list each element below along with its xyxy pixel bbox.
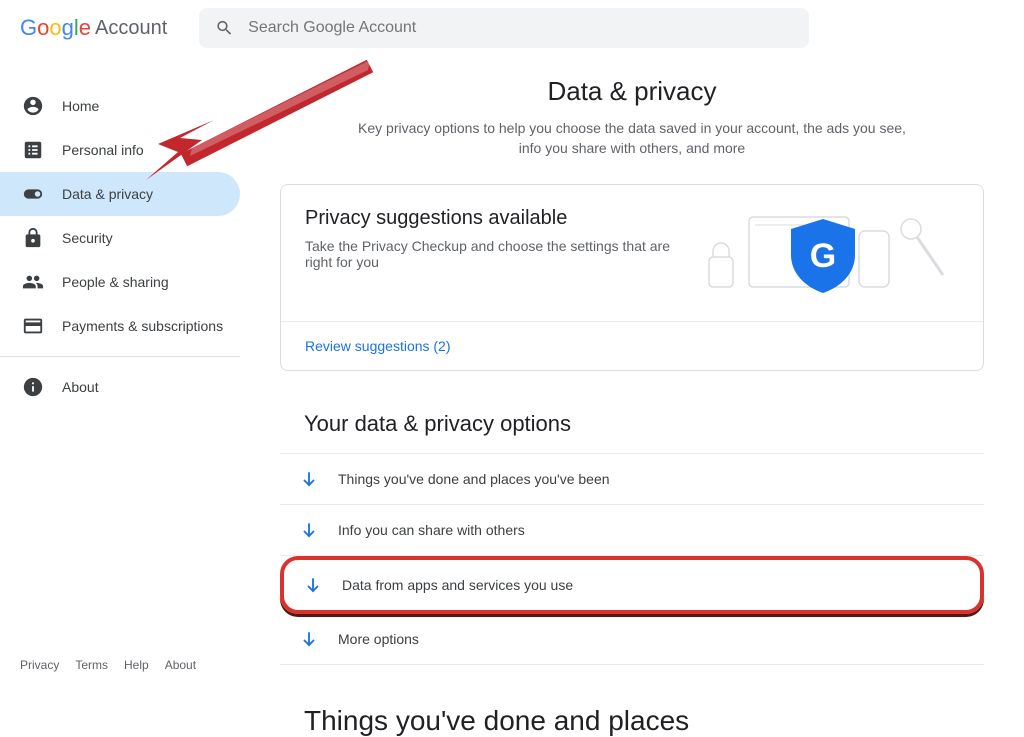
id-card-icon xyxy=(22,139,44,161)
option-things-done[interactable]: Things you've done and places you've bee… xyxy=(280,453,984,505)
options-section-title: Your data & privacy options xyxy=(304,411,984,437)
option-label: Data from apps and services you use xyxy=(342,577,573,593)
option-label: More options xyxy=(338,631,419,647)
option-label: Info you can share with others xyxy=(338,522,525,538)
card-icon xyxy=(22,315,44,337)
sidebar-item-home[interactable]: Home xyxy=(0,84,240,128)
option-label: Things you've done and places you've bee… xyxy=(338,471,610,487)
review-suggestions-link[interactable]: Review suggestions (2) xyxy=(305,338,451,354)
footer-link-help[interactable]: Help xyxy=(124,658,149,672)
cut-section-title: Things you've done and places xyxy=(304,705,984,737)
sidebar-item-label: Data & privacy xyxy=(62,186,153,202)
sidebar-item-data-privacy[interactable]: Data & privacy xyxy=(0,172,240,216)
privacy-illustration: G xyxy=(699,207,959,297)
arrow-down-icon xyxy=(300,521,318,539)
lock-icon xyxy=(22,227,44,249)
sidebar-item-label: About xyxy=(62,379,99,395)
info-icon xyxy=(22,376,44,398)
sidebar-item-label: Home xyxy=(62,98,99,114)
sidebar-item-label: Payments & subscriptions xyxy=(62,318,223,334)
toggle-icon xyxy=(22,183,44,205)
main-content: Data & privacy Key privacy options to he… xyxy=(240,56,1024,737)
card-description: Take the Privacy Checkup and choose the … xyxy=(305,238,679,270)
svg-text:G: G xyxy=(810,237,836,275)
sidebar-item-about[interactable]: About xyxy=(0,365,240,409)
page-title: Data & privacy xyxy=(280,76,984,107)
search-icon xyxy=(215,18,234,38)
search-bar[interactable] xyxy=(199,8,809,48)
footer-link-privacy[interactable]: Privacy xyxy=(20,658,59,672)
people-icon xyxy=(22,271,44,293)
sidebar-item-payments[interactable]: Payments & subscriptions xyxy=(0,304,240,348)
option-info-share[interactable]: Info you can share with others xyxy=(280,505,984,556)
sidebar: Home Personal info Data & privacy Securi… xyxy=(0,56,240,737)
page-subtitle: Key privacy options to help you choose t… xyxy=(352,119,912,158)
footer-link-about[interactable]: About xyxy=(165,658,196,672)
sidebar-item-label: People & sharing xyxy=(62,274,169,290)
arrow-down-icon xyxy=(300,630,318,648)
footer-link-terms[interactable]: Terms xyxy=(75,658,108,672)
sidebar-item-people-sharing[interactable]: People & sharing xyxy=(0,260,240,304)
sidebar-item-label: Security xyxy=(62,230,113,246)
shield-icon: G xyxy=(791,219,855,293)
card-title: Privacy suggestions available xyxy=(305,207,679,230)
privacy-suggestions-card: Privacy suggestions available Take the P… xyxy=(280,184,984,371)
option-data-apps-services[interactable]: Data from apps and services you use xyxy=(280,556,984,614)
sidebar-item-label: Personal info xyxy=(62,142,144,158)
arrow-down-icon xyxy=(304,576,322,594)
search-input[interactable] xyxy=(248,19,793,37)
arrow-down-icon xyxy=(300,470,318,488)
sidebar-item-personal-info[interactable]: Personal info xyxy=(0,128,240,172)
option-more-options[interactable]: More options xyxy=(280,614,984,665)
account-circle-icon xyxy=(22,95,44,117)
footer: Privacy Terms Help About xyxy=(0,644,216,686)
sidebar-item-security[interactable]: Security xyxy=(0,216,240,260)
google-account-logo[interactable]: Google Account xyxy=(20,15,167,41)
nav-divider xyxy=(0,356,240,357)
logo-account-text: Account xyxy=(95,17,167,40)
